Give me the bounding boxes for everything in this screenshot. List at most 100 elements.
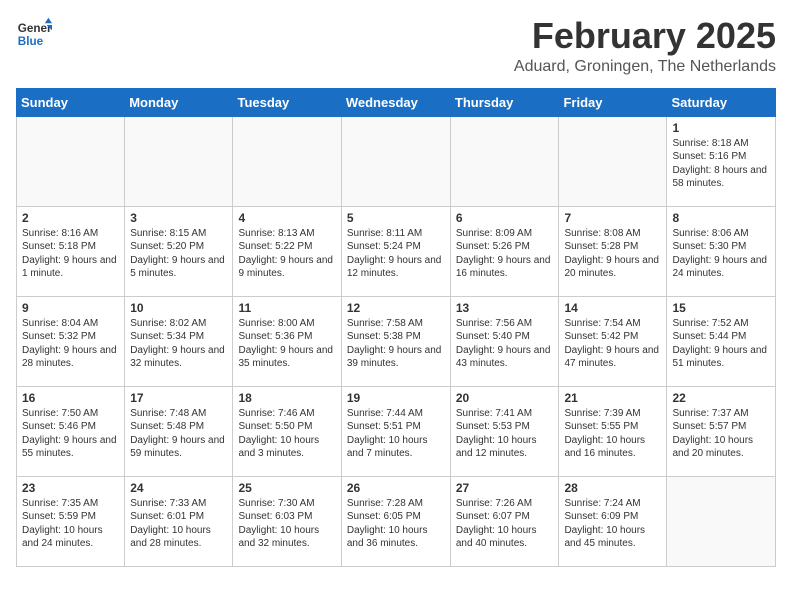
calendar-cell: 9 Sunrise: 8:04 AM Sunset: 5:32 PM Daylig…	[17, 296, 125, 386]
calendar-cell: 18Sunrise: 7:46 AM Sunset: 5:50 PM Dayli…	[233, 386, 341, 476]
day-number: 13	[456, 301, 554, 315]
weekday-header-row: SundayMondayTuesdayWednesdayThursdayFrid…	[17, 88, 776, 116]
calendar-cell: 13 Sunrise: 7:56 AM Sunset: 5:40 PM Dayli…	[450, 296, 559, 386]
day-info: Sunrise: 8:13 AM Sunset: 5:22 PM Dayligh…	[238, 227, 335, 281]
day-number: 14	[564, 301, 661, 315]
day-info: Sunrise: 8:04 AM Sunset: 5:32 PM Dayligh…	[22, 317, 119, 371]
day-info: Sunrise: 7:58 AM Sunset: 5:38 PM Dayligh…	[347, 317, 445, 371]
day-number: 15	[672, 301, 770, 315]
day-info: Sunrise: 7:52 AM Sunset: 5:44 PM Dayligh…	[672, 317, 770, 371]
calendar-cell: 10 Sunrise: 8:02 AM Sunset: 5:34 PM Dayli…	[125, 296, 233, 386]
weekday-header-monday: Monday	[125, 88, 233, 116]
weekday-header-friday: Friday	[559, 88, 667, 116]
day-number: 8	[672, 211, 770, 225]
day-number: 26	[347, 481, 445, 495]
day-number: 7	[564, 211, 661, 225]
week-row-5: 23 Sunrise: 7:35 AM Sunset: 5:59 PM Dayli…	[17, 476, 776, 566]
logo: General Blue	[16, 16, 52, 52]
calendar-cell	[450, 116, 559, 206]
weekday-header-tuesday: Tuesday	[233, 88, 341, 116]
calendar-cell: 27 Sunrise: 7:26 AM Sunset: 6:07 PM Dayli…	[450, 476, 559, 566]
calendar-cell	[233, 116, 341, 206]
calendar-cell: 23 Sunrise: 7:35 AM Sunset: 5:59 PM Dayli…	[17, 476, 125, 566]
day-info: Sunrise: 7:50 AM Sunset: 5:46 PM Dayligh…	[22, 407, 119, 461]
day-number: 22	[672, 391, 770, 405]
day-info: Sunrise: 8:11 AM Sunset: 5:24 PM Dayligh…	[347, 227, 445, 281]
day-info: Sunrise: 7:24 AM Sunset: 6:09 PM Dayligh…	[564, 497, 661, 551]
calendar-cell: 3Sunrise: 8:15 AM Sunset: 5:20 PM Daylig…	[125, 206, 233, 296]
day-number: 17	[130, 391, 227, 405]
day-number: 27	[456, 481, 554, 495]
calendar-cell: 16 Sunrise: 7:50 AM Sunset: 5:46 PM Dayli…	[17, 386, 125, 476]
calendar-cell	[667, 476, 776, 566]
week-row-3: 9 Sunrise: 8:04 AM Sunset: 5:32 PM Daylig…	[17, 296, 776, 386]
day-number: 12	[347, 301, 445, 315]
day-number: 16	[22, 391, 119, 405]
day-info: Sunrise: 8:06 AM Sunset: 5:30 PM Dayligh…	[672, 227, 770, 281]
weekday-header-saturday: Saturday	[667, 88, 776, 116]
calendar-cell: 5 Sunrise: 8:11 AM Sunset: 5:24 PM Daylig…	[341, 206, 450, 296]
title-block: February 2025 Aduard, Groningen, The Net…	[514, 16, 776, 76]
calendar-cell: 28 Sunrise: 7:24 AM Sunset: 6:09 PM Dayli…	[559, 476, 667, 566]
day-info: Sunrise: 7:54 AM Sunset: 5:42 PM Dayligh…	[564, 317, 661, 371]
day-info: Sunrise: 7:39 AM Sunset: 5:55 PM Dayligh…	[564, 407, 661, 461]
logo-icon: General Blue	[16, 16, 52, 52]
calendar-cell: 7 Sunrise: 8:08 AM Sunset: 5:28 PM Daylig…	[559, 206, 667, 296]
day-info: Sunrise: 7:56 AM Sunset: 5:40 PM Dayligh…	[456, 317, 554, 371]
day-number: 11	[238, 301, 335, 315]
day-info: Sunrise: 7:33 AM Sunset: 6:01 PM Dayligh…	[130, 497, 227, 551]
calendar-cell: 19Sunrise: 7:44 AM Sunset: 5:51 PM Dayli…	[341, 386, 450, 476]
weekday-header-thursday: Thursday	[450, 88, 559, 116]
day-number: 6	[456, 211, 554, 225]
calendar-cell: 14 Sunrise: 7:54 AM Sunset: 5:42 PM Dayli…	[559, 296, 667, 386]
calendar-cell	[125, 116, 233, 206]
day-info: Sunrise: 8:16 AM Sunset: 5:18 PM Dayligh…	[22, 227, 119, 281]
day-number: 21	[564, 391, 661, 405]
day-info: Sunrise: 8:08 AM Sunset: 5:28 PM Dayligh…	[564, 227, 661, 281]
day-number: 1	[672, 121, 770, 135]
day-info: Sunrise: 7:26 AM Sunset: 6:07 PM Dayligh…	[456, 497, 554, 551]
week-row-4: 16 Sunrise: 7:50 AM Sunset: 5:46 PM Dayli…	[17, 386, 776, 476]
day-info: Sunrise: 7:30 AM Sunset: 6:03 PM Dayligh…	[238, 497, 335, 551]
calendar-cell: 24Sunrise: 7:33 AM Sunset: 6:01 PM Dayli…	[125, 476, 233, 566]
calendar-cell	[17, 116, 125, 206]
day-info: Sunrise: 8:15 AM Sunset: 5:20 PM Dayligh…	[130, 227, 227, 281]
day-info: Sunrise: 7:46 AM Sunset: 5:50 PM Dayligh…	[238, 407, 335, 461]
calendar-cell: 26 Sunrise: 7:28 AM Sunset: 6:05 PM Dayli…	[341, 476, 450, 566]
day-number: 2	[22, 211, 119, 225]
calendar-cell: 15 Sunrise: 7:52 AM Sunset: 5:44 PM Dayli…	[667, 296, 776, 386]
day-number: 10	[130, 301, 227, 315]
day-number: 5	[347, 211, 445, 225]
calendar-cell: 4 Sunrise: 8:13 AM Sunset: 5:22 PM Daylig…	[233, 206, 341, 296]
location-subtitle: Aduard, Groningen, The Netherlands	[514, 58, 776, 76]
day-info: Sunrise: 7:44 AM Sunset: 5:51 PM Dayligh…	[347, 407, 445, 461]
weekday-header-wednesday: Wednesday	[341, 88, 450, 116]
week-row-2: 2 Sunrise: 8:16 AM Sunset: 5:18 PM Daylig…	[17, 206, 776, 296]
calendar-cell: 8 Sunrise: 8:06 AM Sunset: 5:30 PM Daylig…	[667, 206, 776, 296]
calendar-cell: 20 Sunrise: 7:41 AM Sunset: 5:53 PM Dayli…	[450, 386, 559, 476]
calendar-cell: 2 Sunrise: 8:16 AM Sunset: 5:18 PM Daylig…	[17, 206, 125, 296]
day-info: Sunrise: 7:41 AM Sunset: 5:53 PM Dayligh…	[456, 407, 554, 461]
calendar-cell: 12 Sunrise: 7:58 AM Sunset: 5:38 PM Dayli…	[341, 296, 450, 386]
svg-text:Blue: Blue	[18, 35, 44, 48]
calendar-cell: 11 Sunrise: 8:00 AM Sunset: 5:36 PM Dayli…	[233, 296, 341, 386]
calendar-cell: 25Sunrise: 7:30 AM Sunset: 6:03 PM Dayli…	[233, 476, 341, 566]
day-number: 20	[456, 391, 554, 405]
calendar-cell: 1Sunrise: 8:18 AM Sunset: 5:16 PM Daylig…	[667, 116, 776, 206]
day-info: Sunrise: 8:09 AM Sunset: 5:26 PM Dayligh…	[456, 227, 554, 281]
day-info: Sunrise: 8:00 AM Sunset: 5:36 PM Dayligh…	[238, 317, 335, 371]
day-info: Sunrise: 7:35 AM Sunset: 5:59 PM Dayligh…	[22, 497, 119, 551]
day-number: 28	[564, 481, 661, 495]
weekday-header-sunday: Sunday	[17, 88, 125, 116]
day-info: Sunrise: 7:28 AM Sunset: 6:05 PM Dayligh…	[347, 497, 445, 551]
day-info: Sunrise: 7:37 AM Sunset: 5:57 PM Dayligh…	[672, 407, 770, 461]
calendar-table: SundayMondayTuesdayWednesdayThursdayFrid…	[16, 88, 776, 567]
day-info: Sunrise: 8:02 AM Sunset: 5:34 PM Dayligh…	[130, 317, 227, 371]
day-number: 23	[22, 481, 119, 495]
day-info: Sunrise: 7:48 AM Sunset: 5:48 PM Dayligh…	[130, 407, 227, 461]
calendar-cell: 6 Sunrise: 8:09 AM Sunset: 5:26 PM Daylig…	[450, 206, 559, 296]
day-number: 4	[238, 211, 335, 225]
calendar-cell	[559, 116, 667, 206]
day-number: 9	[22, 301, 119, 315]
svg-text:General: General	[18, 22, 52, 35]
